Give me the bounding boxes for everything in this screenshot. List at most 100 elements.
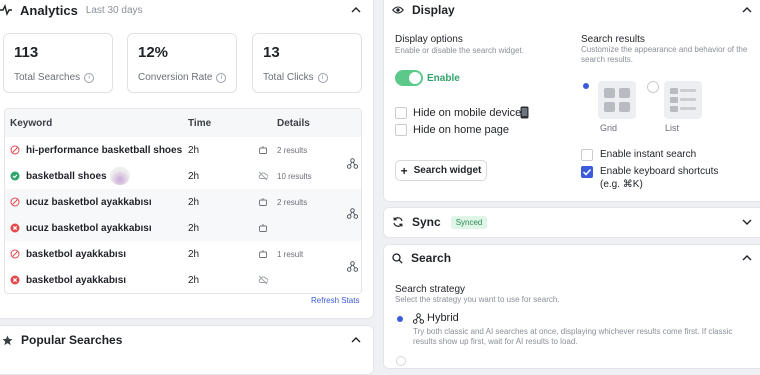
display-options-desc: Enable or disable the search widget. [395,46,524,55]
keyboard-shortcuts-hint: (e.g. ⌘K) [600,179,643,190]
flow-icon[interactable] [347,158,358,169]
stat-card-total-clicks: 13 Total Clicks i [252,33,362,93]
table-group: hi-performance basketball shoes 2h 2 res… [5,137,361,189]
mobile-phone-icon [520,106,529,119]
hide-mobile-label: Hide on mobile devices [413,107,527,119]
chevron-up-icon[interactable] [351,335,361,345]
analytics-header[interactable]: Analytics Last 30 days [0,2,370,18]
details-text: 2 results [277,145,308,155]
details-text: 2 results [277,197,308,207]
robot-icon [259,198,267,206]
keyword-text: ucuz basketbol ayakkabısı [26,222,152,234]
hybrid-radio[interactable] [397,316,403,322]
keyboard-shortcuts-checkbox[interactable] [581,166,593,178]
grid-layout-option[interactable] [598,81,636,119]
flow-icon[interactable] [347,261,358,272]
instant-search-label: Enable instant search [600,149,697,160]
hybrid-desc: Try both classic and AI searches at once… [413,327,733,346]
grid-icon [604,88,630,112]
popular-searches-title: Popular Searches [21,333,123,347]
chevron-up-icon[interactable] [351,5,361,15]
hybrid-icon [413,313,424,324]
table-group: ucuz basketbol ayakkabısı 2h 2 results u… [5,189,361,241]
info-icon[interactable]: i [317,72,328,83]
list-layout-option[interactable] [664,81,702,119]
list-label: List [665,123,680,133]
instant-search-checkbox[interactable] [581,149,593,161]
grid-label: Grid [600,123,618,133]
time-text: 2h [188,248,200,260]
chevron-up-icon[interactable] [742,253,752,263]
list-icon [670,88,696,112]
display-header[interactable]: Display [392,2,752,18]
analytics-subtitle: Last 30 days [85,4,143,16]
hybrid-label: Hybrid [427,312,459,324]
robot-icon [259,250,267,258]
table-row[interactable]: basketball shoes 2h 10 results [5,163,361,189]
hide-home-label: Hide on home page [413,124,510,136]
next-strategy-radio[interactable] [396,356,406,366]
info-icon[interactable]: i [84,72,95,83]
display-title: Display [412,3,455,17]
search-results-desc: Customize the appearance and behavior of… [581,45,748,64]
search-header[interactable]: Search [392,250,752,266]
stat-label: Total Clicks [263,72,314,83]
stat-value: 12% [138,44,169,61]
grid-radio[interactable] [583,83,589,89]
synced-badge: Synced [450,215,488,229]
time-text: 2h [188,144,200,156]
no-ai-icon [258,171,268,181]
table-row[interactable]: basketbol ayakkabısı 2h [5,267,361,293]
keyword-text: basketball shoes [26,170,107,182]
info-icon[interactable]: i [216,72,227,83]
table-row[interactable]: ucuz basketbol ayakkabısı 2h [5,215,361,241]
search-results-title: Search results [581,34,645,45]
header-details: Details [277,117,310,129]
details-text: 1 result [277,249,304,259]
hide-home-checkbox[interactable] [395,124,407,136]
list-radio[interactable] [647,81,659,93]
refresh-stats-link[interactable]: Refresh Stats [311,296,359,305]
robot-icon [259,146,267,154]
checkmark-icon [582,168,592,176]
stat-card-total-searches: 113 Total Searches i [3,33,113,93]
table-row[interactable]: ucuz basketbol ayakkabısı 2h 2 results [5,189,361,215]
table-group: basketbol ayakkabısı 2h 1 result basketb… [5,241,361,293]
search-icon [392,252,403,264]
keyword-text: ucuz basketbol ayakkabısı [26,196,152,208]
chevron-up-icon[interactable] [742,5,752,15]
success-icon [10,171,20,181]
no-click-icon [10,249,20,259]
no-click-icon [10,145,20,155]
stat-value: 113 [14,44,39,61]
hide-mobile-checkbox[interactable] [395,107,407,119]
error-icon [10,275,20,285]
search-widget-label: Search widget [413,165,482,176]
stat-label: Total Searches [14,72,81,83]
flow-icon[interactable] [347,208,358,219]
search-strategy-desc: Select the strategy you want to use for … [395,295,560,304]
popular-searches-header[interactable]: Popular Searches [2,332,370,348]
keyword-table: Keyword Time Details hi-performance bask… [4,108,362,294]
sync-header[interactable]: Sync Synced [392,214,752,230]
sync-title: Sync [412,215,441,229]
table-row[interactable]: hi-performance basketball shoes 2h 2 res… [5,137,361,163]
refresh-icon [393,217,403,227]
no-ai-icon [258,275,268,285]
header-keyword: Keyword [10,117,53,129]
stat-value: 13 [263,44,280,61]
time-text: 2h [188,222,200,234]
keyboard-shortcuts-label: Enable keyboard shortcuts [600,166,719,177]
header-time: Time [188,117,212,129]
table-row[interactable]: basketbol ayakkabısı 2h 1 result [5,241,361,267]
eye-icon [392,6,404,14]
chevron-down-icon[interactable] [742,217,752,227]
keyword-text: hi-performance basketball shoes [26,144,183,156]
enable-label: Enable [427,73,460,84]
enable-toggle[interactable] [395,70,423,86]
no-click-icon [10,197,20,207]
details-text: 10 results [277,171,312,181]
analytics-title: Analytics [20,2,78,18]
product-thumbnail [110,167,130,185]
search-widget-button[interactable]: + Search widget [395,160,487,181]
